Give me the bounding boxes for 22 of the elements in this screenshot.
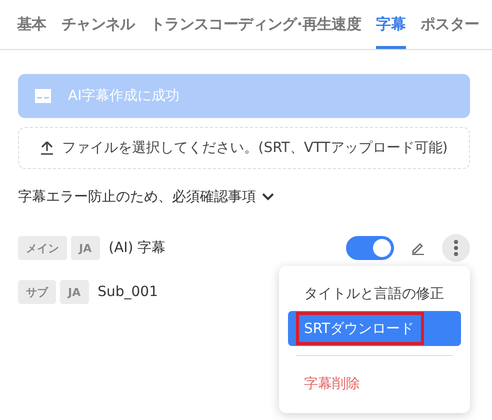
toggle-switch[interactable] [346,236,394,260]
subtitle-name: (AI) 字幕 [108,239,166,257]
pencil-icon [411,241,425,255]
upload-icon [40,141,54,155]
tab[interactable]: 字幕 [376,0,406,49]
role-tag: メイン [18,236,67,260]
banner-text: AI字幕作成に成功 [68,87,180,105]
notice-toggle[interactable]: 字幕エラー防止のため、必須確認事項 [18,185,470,209]
language-tag: JA [60,280,89,304]
more-button[interactable] [442,234,470,262]
tab[interactable]: チャンネル [61,0,135,49]
tab[interactable]: ポスター [420,0,480,49]
menu-item[interactable]: SRTダウンロード [288,311,461,346]
subtitles-icon [35,89,51,103]
role-tag: サブ [18,280,56,304]
more-icon [454,240,458,256]
subtitle-name: Sub_001 [98,284,158,300]
upload-button[interactable]: ファイルを選択してください。(SRT、VTTアップロード可能) [18,127,470,169]
tab[interactable]: 基本 [17,0,46,49]
language-tag: JA [71,236,100,260]
tab[interactable]: トランスコーディング·再生速度 [150,0,362,49]
chevron-icon [262,193,274,201]
